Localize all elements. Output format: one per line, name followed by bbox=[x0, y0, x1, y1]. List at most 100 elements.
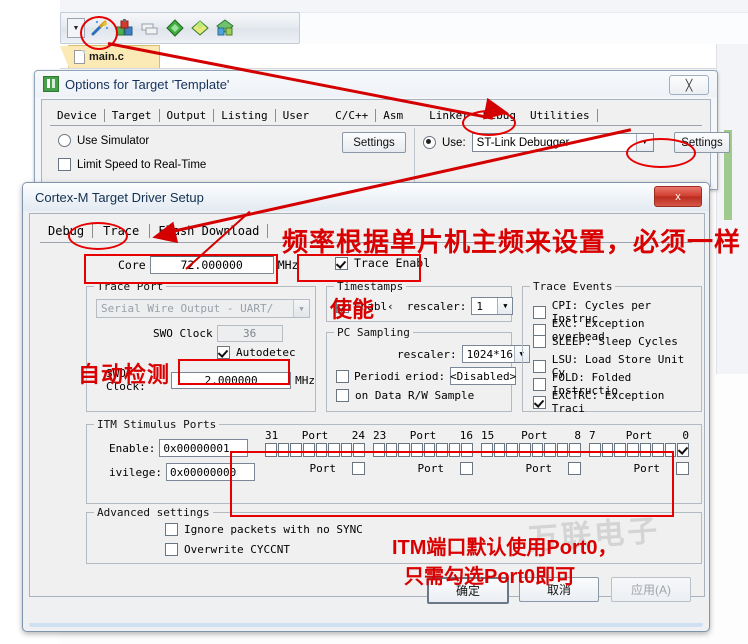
debugger-settings-button[interactable]: Settings bbox=[674, 132, 730, 153]
tab-asm[interactable]: Asm bbox=[376, 109, 410, 122]
trace-port-group-label: Trace Port bbox=[94, 280, 167, 293]
chevron-down-icon[interactable]: ▼ bbox=[635, 134, 653, 151]
cancel-button[interactable]: 取消 bbox=[519, 577, 599, 602]
itm-port-bit[interactable] bbox=[328, 443, 340, 457]
pc-data-rw-checkbox[interactable]: on Data R/W Sample bbox=[336, 389, 474, 402]
batch-build-icon[interactable] bbox=[140, 18, 160, 38]
itm-port-bit[interactable] bbox=[614, 443, 626, 457]
itm-port-bit[interactable] bbox=[664, 443, 677, 457]
checkbox-icon bbox=[58, 158, 71, 171]
trace-event-sleep[interactable]: SLEEP: Sleep Cycles bbox=[533, 335, 678, 348]
itm-port-bit[interactable] bbox=[277, 443, 290, 457]
debugger-select[interactable]: ST-Link Debugger ▼ bbox=[471, 133, 654, 152]
itm-port-privilege-row: Port bbox=[589, 462, 689, 475]
trace-event-exctrc[interactable]: EXCTRC: Exception Traci bbox=[533, 389, 701, 415]
checkbox-icon[interactable] bbox=[568, 462, 581, 475]
tab-target[interactable]: Target bbox=[105, 108, 160, 122]
tab-trace[interactable]: Trace bbox=[93, 224, 151, 238]
itm-port-bit[interactable] bbox=[448, 443, 461, 457]
itm-port-bit[interactable] bbox=[601, 443, 614, 457]
chevron-down-icon[interactable]: ▼ bbox=[67, 18, 85, 38]
close-icon[interactable]: x bbox=[654, 186, 702, 207]
tab-output[interactable]: Output bbox=[160, 108, 215, 122]
itm-enable-input[interactable]: 0x00000001 bbox=[159, 439, 249, 457]
checkbox-icon[interactable] bbox=[676, 462, 689, 475]
itm-port-bit[interactable] bbox=[589, 443, 601, 457]
trace-port-group: Trace Port Serial Wire Output - UART/ ▼ … bbox=[86, 280, 316, 412]
target-options-icon[interactable] bbox=[115, 18, 135, 38]
cortex-m-target-driver-setup-dialog: Cortex-M Target Driver Setup x Debug Tra… bbox=[22, 182, 710, 632]
tab-debug[interactable]: Debug bbox=[40, 224, 94, 238]
tab-utilities[interactable]: Utilities bbox=[523, 108, 598, 122]
itm-port-bit[interactable] bbox=[423, 443, 436, 457]
tab-listing[interactable]: Listing bbox=[214, 108, 276, 122]
checkbox-icon[interactable] bbox=[460, 462, 473, 475]
itm-port-bit[interactable] bbox=[518, 443, 531, 457]
limit-speed-checkbox[interactable]: Limit Speed to Real-Time bbox=[58, 158, 206, 171]
itm-port-bit[interactable] bbox=[461, 443, 473, 457]
trace-port-select[interactable]: Serial Wire Output - UART/ ▼ bbox=[96, 299, 310, 318]
itm-port-bit[interactable] bbox=[639, 443, 652, 457]
itm-port-bit[interactable] bbox=[398, 443, 410, 457]
itm-port-bit[interactable] bbox=[353, 443, 365, 457]
yellow-diamond-icon[interactable] bbox=[190, 18, 210, 38]
chevron-down-icon[interactable]: ▼ bbox=[293, 300, 309, 317]
itm-port-bit[interactable] bbox=[569, 443, 581, 457]
trace-enable-checkbox[interactable]: Trace Enabl bbox=[335, 256, 430, 270]
itm-port-bit-0[interactable] bbox=[677, 443, 689, 457]
itm-port-bit[interactable] bbox=[506, 443, 518, 457]
itm-stimulus-ports-group: ITM Stimulus Ports Enable: 0x00000001 iv… bbox=[86, 418, 702, 504]
tab-device[interactable]: Device bbox=[50, 108, 105, 122]
timestamps-prescaler-select[interactable]: 1 ▼ bbox=[471, 297, 514, 315]
tab-user[interactable]: User bbox=[276, 109, 317, 122]
timestamps-group-label: Timestamps bbox=[334, 280, 407, 293]
itm-privilege-input[interactable]: 0x00000000 bbox=[165, 463, 255, 481]
checkbox-icon[interactable] bbox=[336, 299, 349, 313]
close-icon[interactable]: ╳ bbox=[669, 75, 709, 95]
itm-port-bit[interactable] bbox=[385, 443, 398, 457]
ide-toolbar-empty-area bbox=[300, 12, 748, 43]
itm-port-bit[interactable] bbox=[315, 443, 328, 457]
editor-tab-main-c[interactable]: main.c bbox=[60, 45, 160, 68]
checkbox-icon[interactable] bbox=[336, 369, 349, 383]
ok-button[interactable]: 确定 bbox=[427, 577, 509, 604]
trace-event-label: EXCTRC: Exception Traci bbox=[551, 389, 665, 415]
itm-port-bit[interactable] bbox=[265, 443, 277, 457]
itm-port-bit[interactable] bbox=[531, 443, 544, 457]
manage-components-icon[interactable] bbox=[215, 18, 235, 38]
tab-flash-download[interactable]: Flash Download bbox=[150, 224, 269, 238]
checkbox-icon[interactable] bbox=[352, 462, 365, 475]
itm-port-bit[interactable] bbox=[556, 443, 569, 457]
itm-port-bit[interactable] bbox=[290, 443, 302, 457]
ignore-packets-checkbox[interactable]: Ignore packets with no SYNC bbox=[165, 523, 363, 536]
itm-port-bit[interactable] bbox=[626, 443, 639, 457]
radio-icon[interactable] bbox=[423, 136, 436, 149]
swo-clock-input[interactable]: 2.000000 bbox=[171, 371, 292, 389]
tab-c-cpp[interactable]: C/C++ bbox=[328, 108, 377, 122]
itm-port-bit[interactable] bbox=[481, 443, 493, 457]
itm-port-bit[interactable] bbox=[340, 443, 353, 457]
use-simulator-radio[interactable]: Use Simulator bbox=[58, 134, 149, 147]
pc-data-rw-label: on Data R/W Sample bbox=[355, 389, 475, 402]
tab-linker[interactable]: Linker bbox=[422, 109, 476, 122]
itm-port-bit[interactable] bbox=[373, 443, 385, 457]
pc-prescaler-select[interactable]: 1024*16 ▼ bbox=[461, 345, 530, 363]
magic-wand-icon[interactable] bbox=[90, 18, 110, 38]
simulator-settings-button[interactable]: Settings bbox=[342, 132, 406, 153]
core-clock-input[interactable]: 72.000000 bbox=[149, 256, 274, 274]
itm-port-bit[interactable] bbox=[652, 443, 664, 457]
itm-port-bit[interactable] bbox=[493, 443, 506, 457]
green-diamond-icon[interactable] bbox=[165, 18, 185, 38]
chevron-down-icon[interactable]: ▼ bbox=[497, 298, 513, 314]
swo-clock-unit: MHz bbox=[295, 373, 315, 387]
itm-port-bit[interactable] bbox=[410, 443, 423, 457]
tab-debug[interactable]: Debug bbox=[476, 109, 523, 122]
itm-port-bit[interactable] bbox=[544, 443, 556, 457]
checkbox-icon bbox=[335, 256, 348, 270]
editor-tab-strip bbox=[60, 44, 748, 69]
overwrite-cyccnt-checkbox[interactable]: Overwrite CYCCNT bbox=[165, 543, 290, 556]
itm-port-bit[interactable] bbox=[436, 443, 448, 457]
trace-events-group: Trace Events CPI: Cycles per Instruc EXC… bbox=[522, 280, 702, 415]
autodetect-checkbox[interactable]: Autodetec bbox=[217, 346, 296, 359]
itm-port-bit[interactable] bbox=[302, 443, 315, 457]
